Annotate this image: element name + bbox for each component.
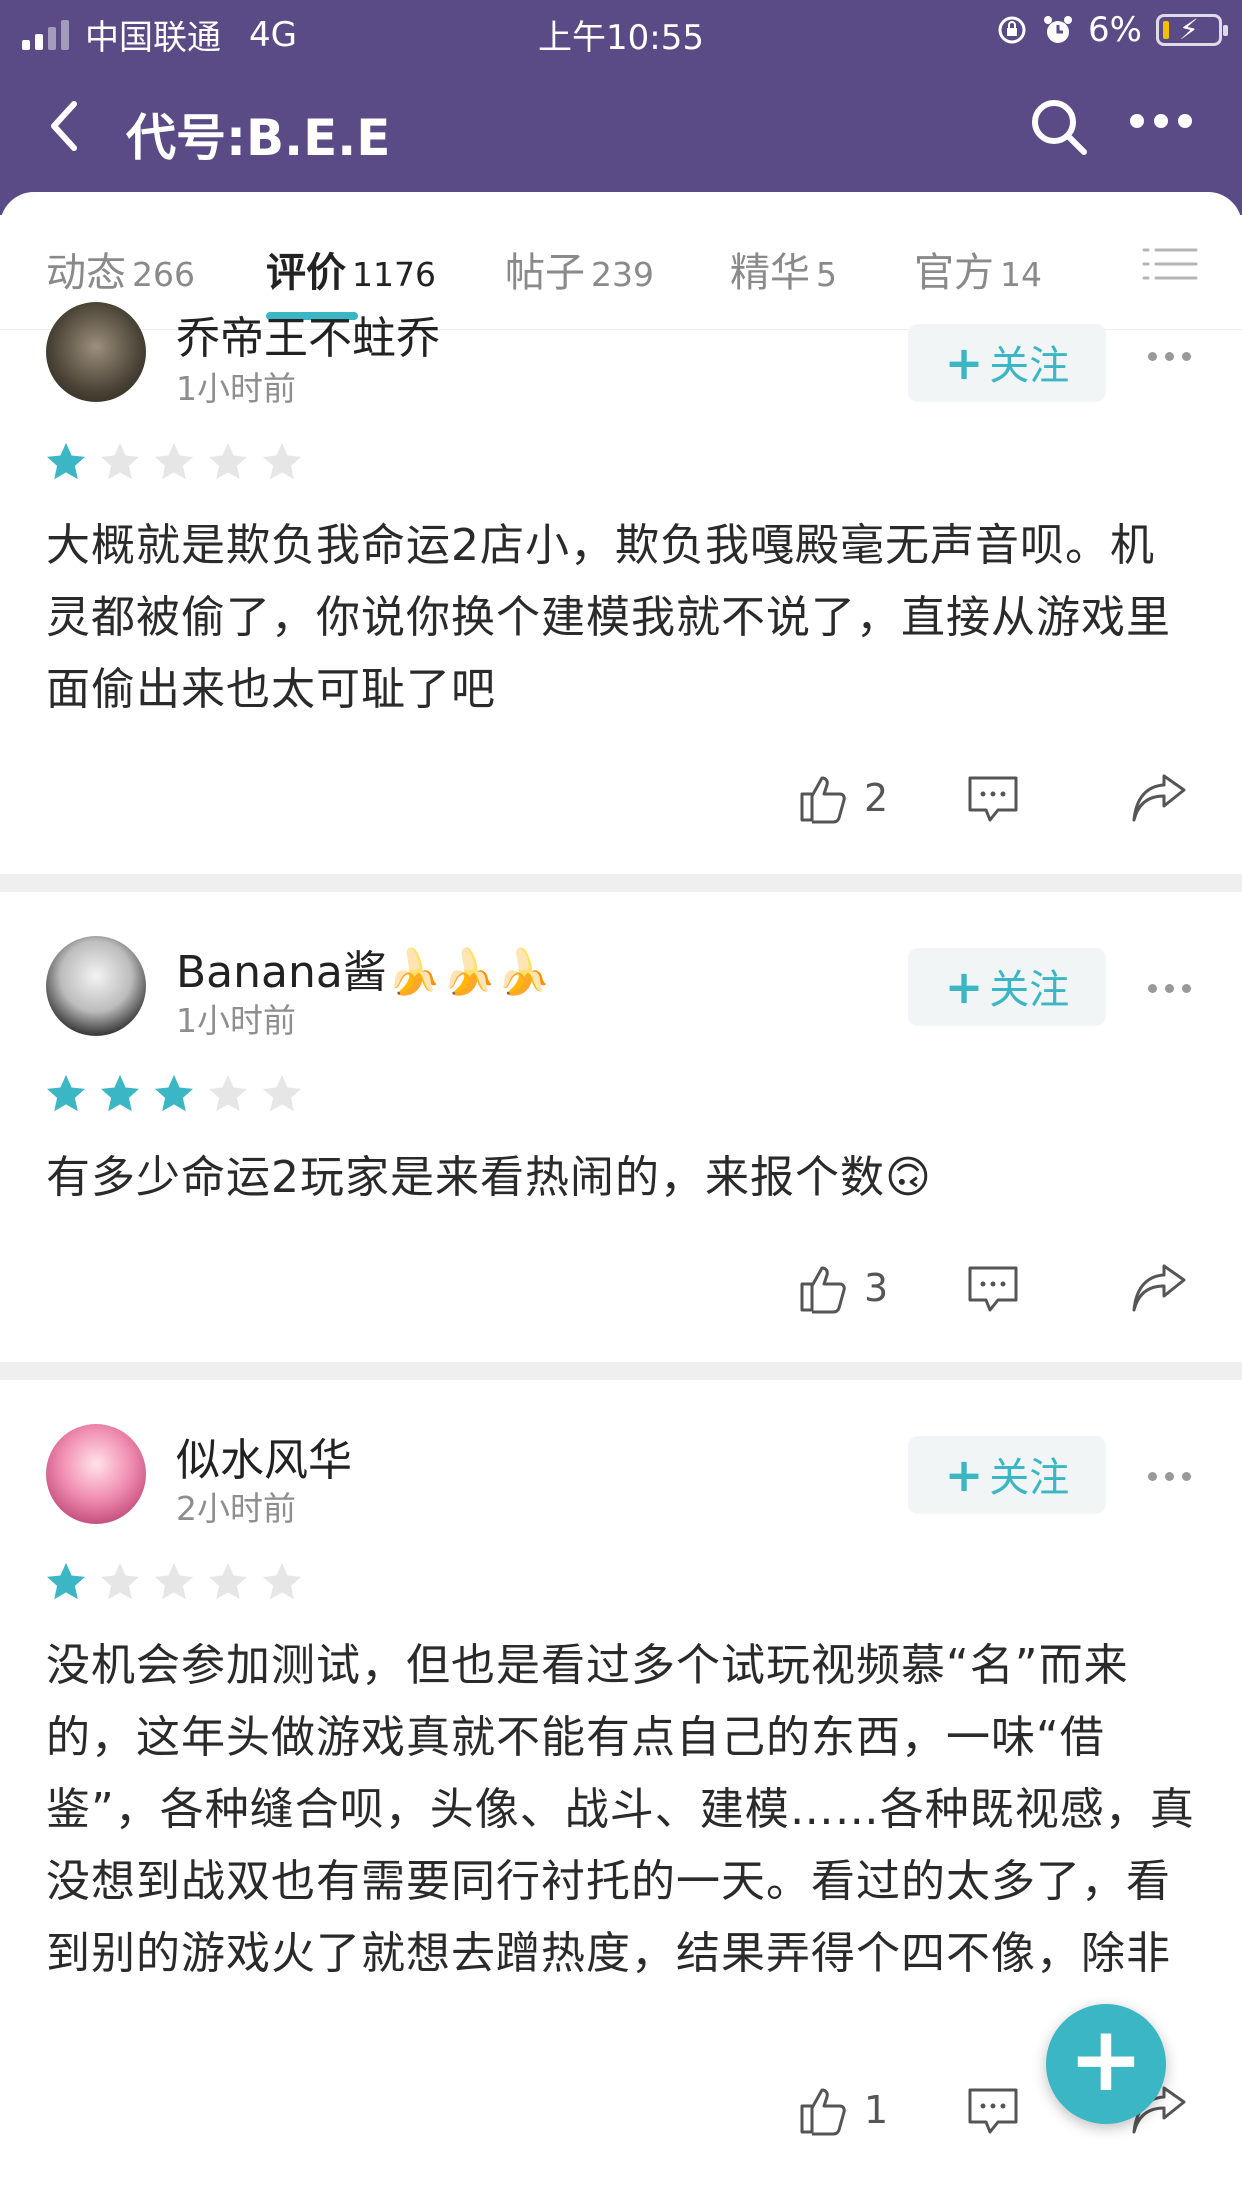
star-filled-icon — [47, 1075, 85, 1112]
review-actions: 2 — [0, 770, 1242, 834]
review-text: 大概就是欺负我命运2店小，欺负我嘎殿毫无声音呗。机灵都被偷了，你说你换个建模我就… — [46, 520, 1171, 715]
rating-stars — [44, 440, 304, 484]
battery-percent: 6% — [1088, 10, 1142, 50]
like-button[interactable]: 3 — [796, 1260, 888, 1316]
review-time: 1小时前 — [176, 1001, 296, 1040]
star-empty-icon — [209, 1075, 247, 1112]
star-filled-icon — [47, 443, 85, 480]
list-icon — [1142, 248, 1198, 280]
tab-guanfang[interactable]: 官方 14 — [914, 240, 1042, 298]
rating-stars — [44, 1560, 304, 1604]
like-button[interactable]: 2 — [796, 770, 888, 826]
comment-button[interactable] — [966, 1264, 1020, 1320]
thumbs-up-icon — [800, 2088, 846, 2136]
star-filled-icon — [47, 1563, 85, 1600]
search-button[interactable] — [1028, 96, 1090, 158]
share-button[interactable] — [1130, 1264, 1188, 1318]
star-empty-icon — [263, 1075, 301, 1112]
star-empty-icon — [101, 1563, 139, 1600]
follow-button[interactable]: + 关注 — [908, 1436, 1106, 1514]
chevron-left-icon — [51, 101, 77, 151]
like-count: 1 — [864, 2088, 889, 2132]
nav-bar: 代号:B.E.E — [0, 62, 1242, 192]
avatar[interactable] — [46, 1424, 146, 1524]
share-button[interactable] — [1130, 774, 1188, 828]
review-username[interactable]: Banana酱🍌🍌🍌 — [176, 936, 551, 1000]
star-empty-icon — [209, 1563, 247, 1600]
review-username[interactable]: 似水风华 — [176, 1424, 352, 1488]
star-filled-icon — [155, 1075, 193, 1112]
rating-stars — [44, 1072, 304, 1116]
thumbs-up-icon — [800, 776, 846, 824]
page-title: 代号:B.E.E — [126, 109, 391, 167]
tab-overflow-fade — [1080, 236, 1122, 286]
more-button[interactable] — [1130, 114, 1192, 128]
alarm-icon — [1044, 16, 1073, 43]
more-options-button[interactable] — [1148, 352, 1191, 361]
share-icon — [1132, 774, 1186, 822]
avatar[interactable] — [46, 936, 146, 1036]
star-filled-icon — [101, 1075, 139, 1112]
tab-menu-button[interactable] — [1140, 244, 1200, 284]
back-button[interactable] — [44, 96, 84, 165]
tab-dongtai[interactable]: 动态 266 — [46, 240, 195, 298]
comment-icon — [968, 776, 1018, 822]
divider — [0, 1362, 1242, 1380]
tab-pingjia[interactable]: 评价 1176 — [266, 240, 436, 320]
review-actions: 3 — [0, 1260, 1242, 1324]
star-empty-icon — [263, 1563, 301, 1600]
review-card: Banana酱🍌🍌🍌 1小时前 + 关注 有多少命运2玩家是来看热闹的，来报个数🙃… — [0, 892, 1242, 1362]
battery-icon: ⚡ — [1156, 13, 1228, 46]
more-options-button[interactable] — [1148, 1472, 1191, 1481]
app-header: 中国联通 4G 上午10:55 6% ⚡ 代号:B.E.E — [0, 0, 1242, 215]
follow-button[interactable]: + 关注 — [908, 324, 1106, 402]
tab-jinghua[interactable]: 精华 5 — [730, 240, 837, 298]
like-button[interactable]: 1 — [796, 2082, 888, 2138]
avatar[interactable] — [46, 302, 146, 402]
share-icon — [1132, 1264, 1186, 1312]
divider — [0, 874, 1242, 892]
comment-button[interactable] — [966, 774, 1020, 830]
review-time: 2小时前 — [176, 1489, 296, 1528]
search-icon — [1032, 100, 1087, 155]
review-card: 乔帝王不蛀乔 1小时前 + 关注 大概就是欺负我命运2店小，欺负我嘎殿毫无声音呗。… — [0, 302, 1242, 874]
add-review-button[interactable]: + — [1046, 2004, 1166, 2124]
clock: 上午10:55 — [538, 18, 704, 58]
like-count: 2 — [864, 776, 889, 820]
review-time: 1小时前 — [176, 369, 296, 408]
more-options-button[interactable] — [1148, 984, 1191, 993]
review-text: 有多少命运2玩家是来看热闹的，来报个数🙃 — [46, 1152, 932, 1203]
rotation-lock-icon — [998, 16, 1026, 44]
comment-button[interactable] — [966, 2086, 1020, 2142]
comment-icon — [968, 1266, 1018, 1312]
comment-icon — [968, 2088, 1018, 2134]
like-count: 3 — [864, 1266, 889, 1310]
review-username[interactable]: 乔帝王不蛀乔 — [176, 302, 440, 366]
star-empty-icon — [101, 443, 139, 480]
star-empty-icon — [263, 443, 301, 480]
review-text: 没机会参加测试，但也是看过多个试玩视频慕“名”而来的，这年头做游戏真就不能有点自… — [46, 1640, 1195, 1979]
star-empty-icon — [155, 443, 193, 480]
status-bar: 中国联通 4G 上午10:55 6% ⚡ — [0, 0, 1242, 62]
thumbs-up-icon — [800, 1266, 846, 1314]
star-empty-icon — [209, 443, 247, 480]
star-empty-icon — [155, 1563, 193, 1600]
tab-tiezi[interactable]: 帖子 239 — [505, 240, 654, 298]
follow-button[interactable]: + 关注 — [908, 948, 1106, 1026]
